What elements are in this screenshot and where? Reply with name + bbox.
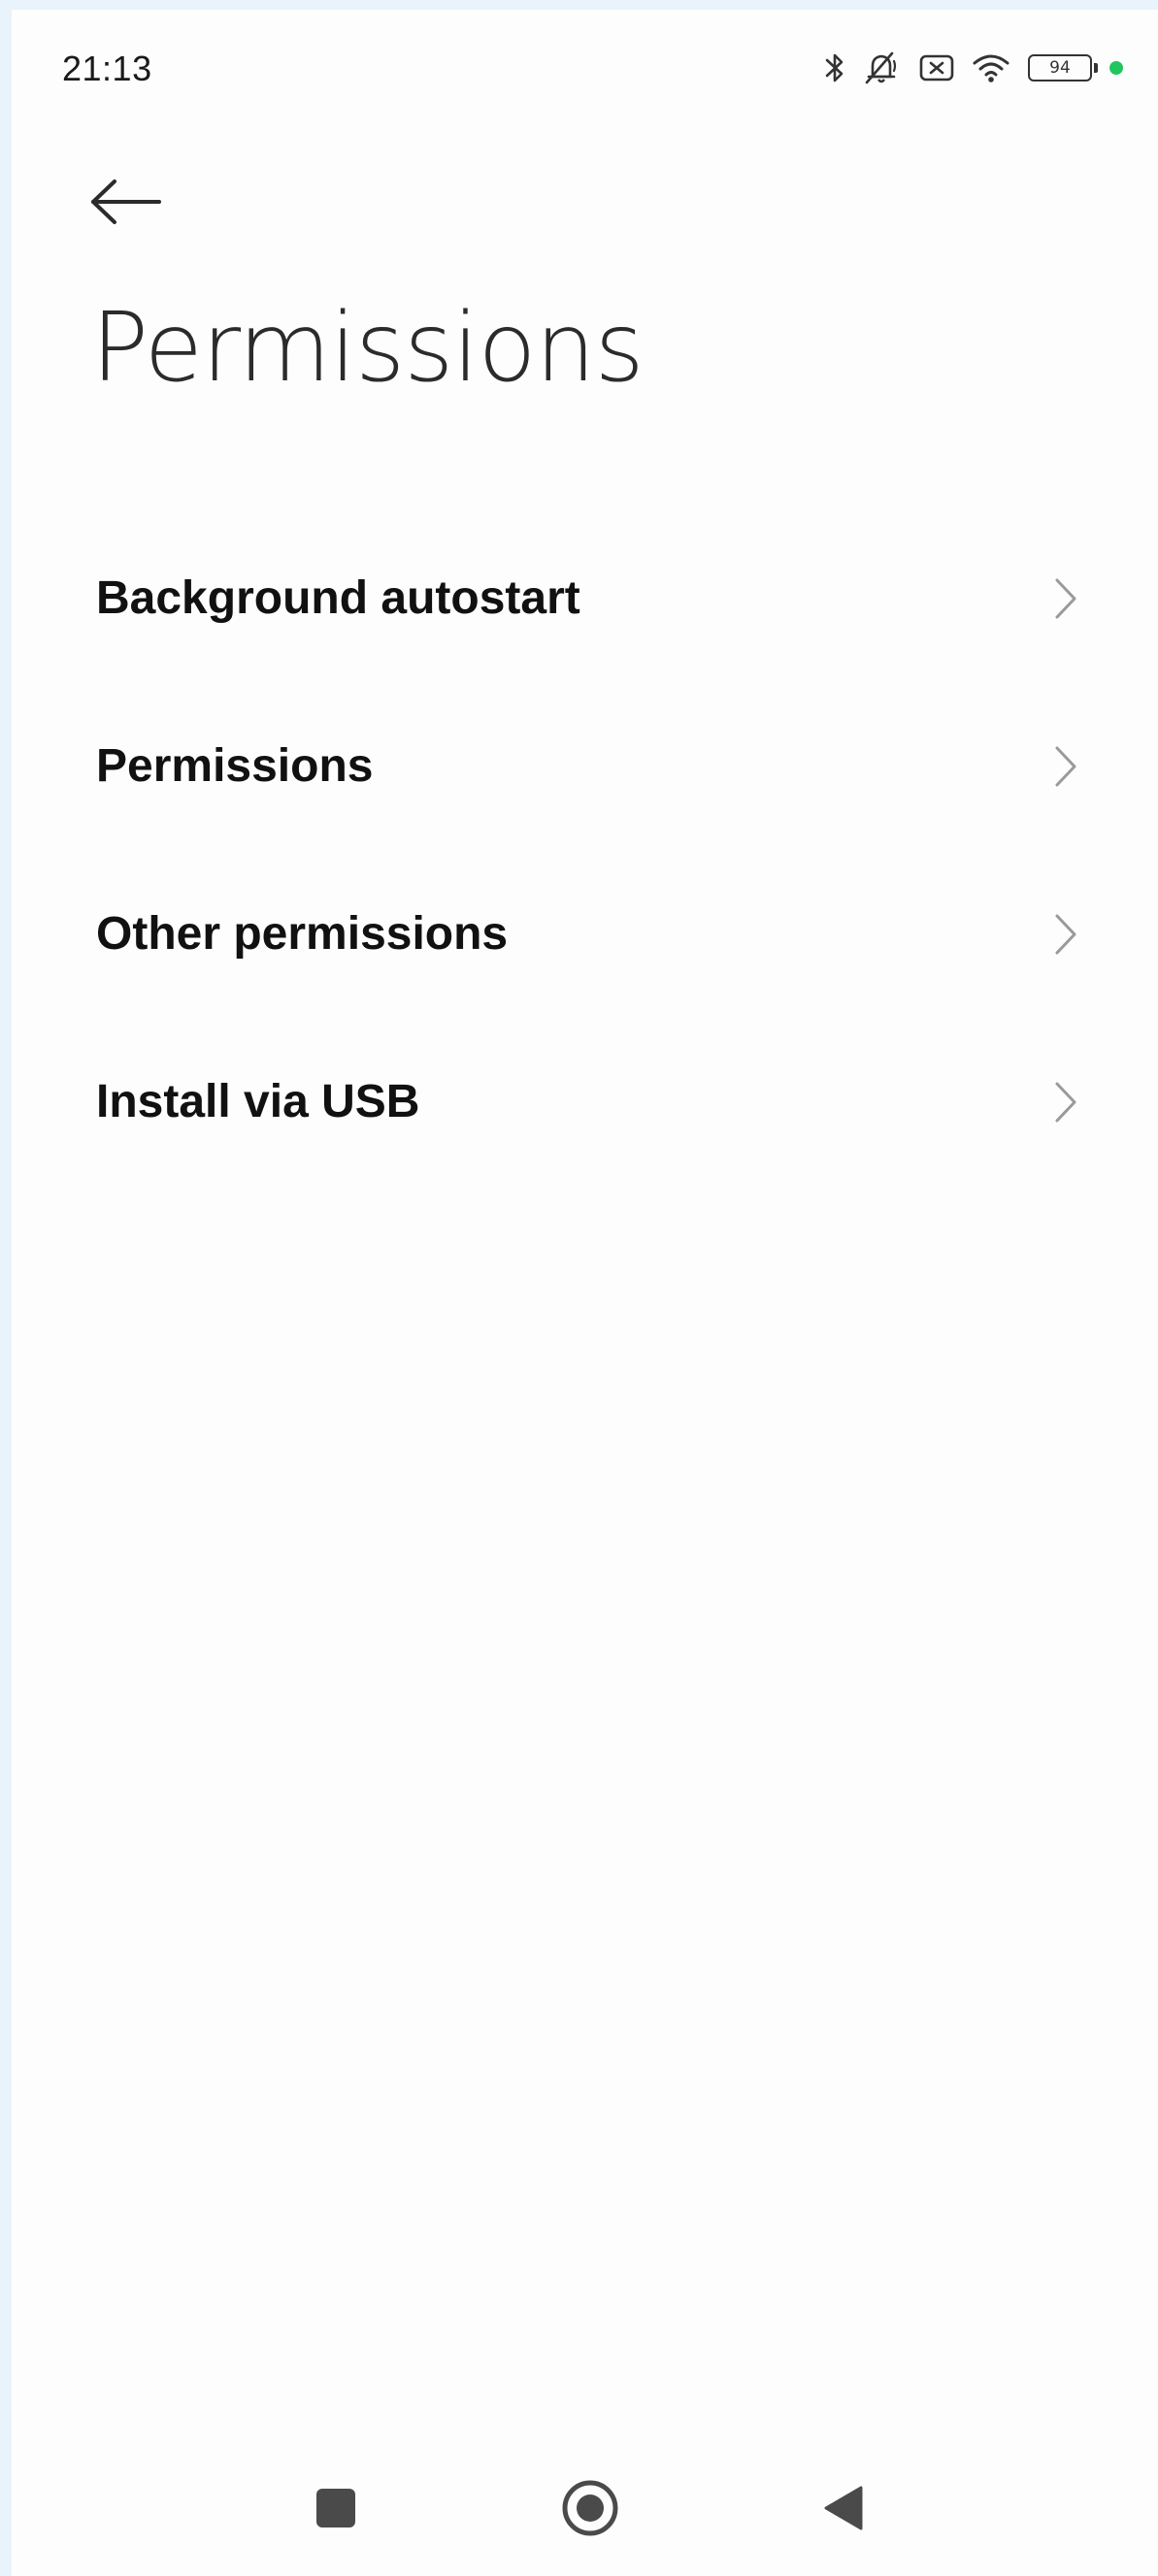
- screen: 21:13 94 Permissions Background autostar…: [12, 10, 1158, 2576]
- back-nav-button[interactable]: [805, 2469, 882, 2547]
- home-button[interactable]: [551, 2469, 629, 2547]
- green-dot-indicator: [1109, 61, 1123, 75]
- status-icons: 94: [824, 49, 1123, 87]
- menu-item-other-permissions[interactable]: Other permissions: [12, 850, 1158, 1018]
- menu-item-background-autostart[interactable]: Background autostart: [12, 514, 1158, 682]
- bluetooth-icon: [824, 50, 845, 85]
- battery-icon: 94: [1028, 54, 1098, 82]
- navigation-bar: [12, 2430, 1158, 2576]
- arrow-left-icon: [89, 178, 163, 231]
- back-button[interactable]: [89, 165, 196, 243]
- menu-item-permissions[interactable]: Permissions: [12, 682, 1158, 850]
- menu-item-label: Other permissions: [96, 908, 509, 960]
- permissions-menu: Background autostart Permissions Other p…: [12, 514, 1158, 1186]
- battery-level: 94: [1049, 58, 1071, 78]
- menu-item-label: Permissions: [96, 740, 374, 792]
- home-circle-icon: [562, 2480, 618, 2536]
- chevron-right-icon: [1055, 578, 1076, 618]
- sim-x-icon: [919, 53, 954, 82]
- page-title: Permissions: [91, 293, 645, 404]
- status-time: 21:13: [62, 49, 152, 88]
- back-triangle-icon: [824, 2486, 863, 2530]
- menu-item-install-via-usb[interactable]: Install via USB: [12, 1018, 1158, 1186]
- muted-bell-icon: [863, 49, 902, 86]
- recents-button[interactable]: [297, 2469, 375, 2547]
- recents-square-icon: [316, 2489, 355, 2527]
- chevron-right-icon: [1055, 1082, 1076, 1122]
- chevron-right-icon: [1055, 914, 1076, 954]
- menu-item-label: Background autostart: [96, 572, 580, 624]
- chevron-right-icon: [1055, 746, 1076, 786]
- menu-item-label: Install via USB: [96, 1076, 420, 1127]
- status-bar: 21:13 94: [12, 10, 1158, 121]
- wifi-icon: [972, 52, 1010, 83]
